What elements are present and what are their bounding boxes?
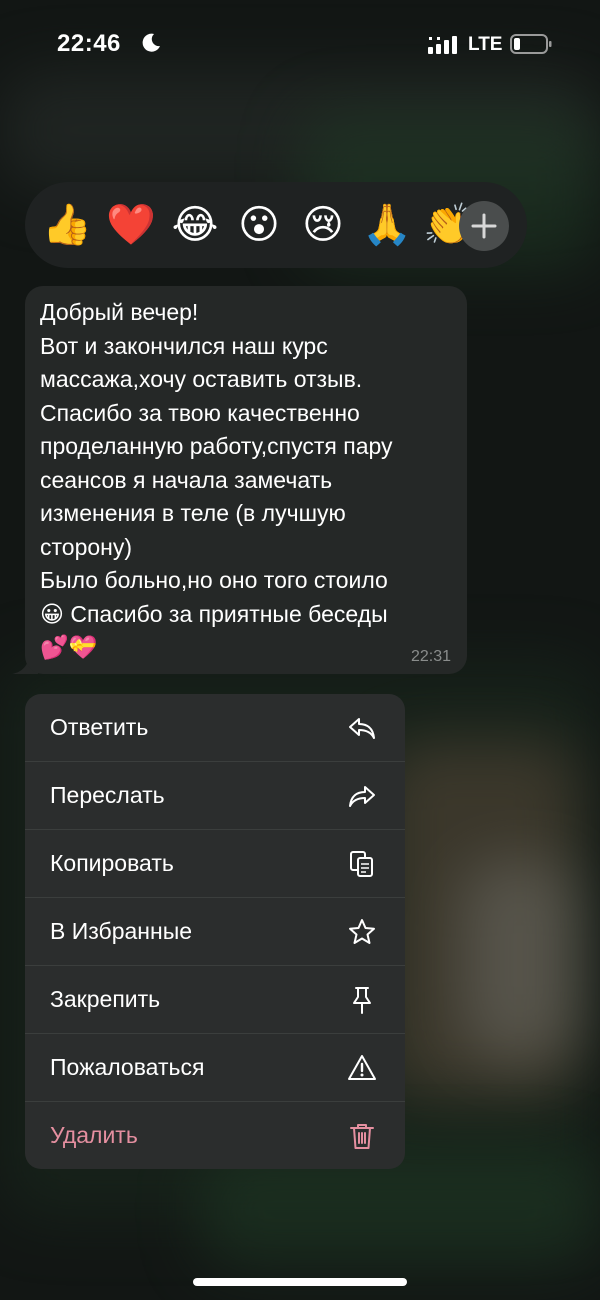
message-line: сеансов я начала замечать [40, 466, 333, 493]
trash-icon [350, 1124, 374, 1149]
reaction-tears-of-joy[interactable]: 😂 [170, 200, 220, 250]
message-line: 💕💝 [40, 634, 98, 660]
menu-item-label: Переслать [50, 782, 165, 808]
battery-icon [510, 34, 552, 54]
background-blur [460, 860, 580, 1060]
message-line: 😀 Спасибо за приятные беседы [40, 600, 388, 627]
reaction-folded-hands[interactable]: 🙏 [362, 200, 412, 250]
status-time: 22:46 [57, 30, 121, 57]
menu-item-favorites[interactable]: В Избранные [25, 898, 405, 966]
forward-icon [349, 786, 375, 807]
reaction-surprised[interactable]: 😮 [234, 200, 284, 250]
menu-item-reply[interactable]: Ответить [25, 694, 405, 762]
message-text: Добрый вечер! Вот и закончился наш курс ма… [40, 296, 460, 665]
home-indicator[interactable] [193, 1278, 407, 1286]
message-line: Добрый вечер! [40, 299, 199, 325]
plus-icon [471, 213, 497, 239]
reply-icon [349, 718, 375, 739]
menu-item-label: В Избранные [50, 918, 193, 944]
moon-icon [142, 33, 160, 52]
signal-icon [428, 36, 457, 54]
message-line: сторону) [40, 533, 133, 560]
menu-item-report[interactable]: Пожаловаться [25, 1034, 405, 1102]
menu-item-label: Закрепить [50, 986, 161, 1012]
pin-icon [353, 987, 371, 1014]
message-line: проделанную работу,спустя пару [40, 433, 393, 459]
reaction-crying[interactable]: 😢 [298, 200, 348, 250]
warning-icon [348, 1055, 376, 1080]
star-icon [349, 919, 375, 944]
menu-item-forward[interactable]: Переслать [25, 762, 405, 830]
menu-item-label: Пожаловаться [50, 1054, 205, 1080]
copy-icon [350, 851, 373, 877]
reaction-thumbs-up[interactable]: 👍 [42, 200, 92, 250]
status-bar: 22:46 LTE [0, 0, 600, 90]
message-line: Спасибо за твою качественно [40, 399, 360, 426]
menu-item-label: Удалить [50, 1122, 138, 1148]
context-menu: Ответить Переслать Копировать В Избранны… [25, 694, 405, 1169]
menu-item-delete[interactable]: Удалить [25, 1102, 405, 1169]
menu-item-label: Копировать [50, 850, 174, 876]
menu-item-pin[interactable]: Закрепить [25, 966, 405, 1034]
network-type: LTE [468, 34, 503, 55]
message-time: 22:31 [410, 648, 451, 665]
message-line: Было больно,но оно того стоило [40, 567, 388, 593]
menu-item-copy[interactable]: Копировать [25, 830, 405, 898]
reaction-red-heart[interactable]: ❤️ [106, 200, 156, 250]
reaction-bar: 👍 ❤️ 😂 😮 😢 🙏 👏 [25, 182, 527, 268]
message-line: Вот и закончился наш курс [40, 332, 328, 359]
menu-item-label: Ответить [50, 714, 149, 740]
message-line: массажа,хочу оставить отзыв. [40, 366, 363, 392]
more-reactions-button[interactable] [459, 201, 509, 251]
message-line: изменения в теле (в лучшую [40, 500, 346, 526]
message-bubble[interactable]: Добрый вечер! Вот и закончился наш курс ма… [25, 286, 467, 674]
